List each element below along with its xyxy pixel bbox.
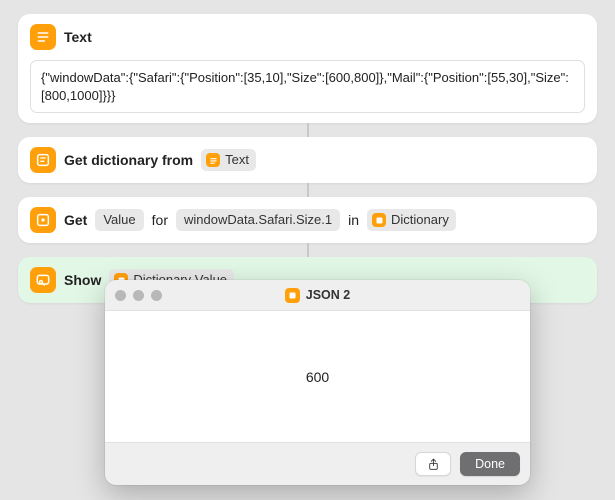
share-button[interactable] xyxy=(415,452,451,476)
result-body: 600 xyxy=(105,310,530,443)
in-label: in xyxy=(348,212,359,228)
token-label: Text xyxy=(225,151,249,169)
dictionary-icon xyxy=(30,147,56,173)
action-card-get-value[interactable]: Get Value for windowData.Safari.Size.1 i… xyxy=(18,197,597,243)
value-type-selector[interactable]: Value xyxy=(95,209,143,231)
action-card-get-dictionary[interactable]: Get dictionary from Text xyxy=(18,137,597,183)
window-title: JSON 2 xyxy=(105,288,530,303)
for-label: for xyxy=(152,212,168,228)
result-value: 600 xyxy=(306,369,329,385)
connector xyxy=(307,123,309,137)
share-icon xyxy=(427,458,440,471)
done-button[interactable]: Done xyxy=(460,452,520,476)
window-title-text: JSON 2 xyxy=(306,288,350,302)
token-label: Dictionary xyxy=(391,211,449,229)
scripting-icon xyxy=(30,207,56,233)
connector xyxy=(307,243,309,257)
action-card-text[interactable]: Text {"windowData":{"Safari":{"Position"… xyxy=(18,14,597,123)
text-icon xyxy=(206,153,220,167)
minimize-icon[interactable] xyxy=(133,290,144,301)
window-footer: Done xyxy=(105,443,530,485)
result-window: JSON 2 600 Done xyxy=(105,280,530,485)
shortcut-icon xyxy=(285,288,300,303)
dictionary-icon xyxy=(372,213,386,227)
action-title: Show xyxy=(64,272,101,288)
action-title: Get dictionary from xyxy=(64,152,193,168)
workflow-stack: Text {"windowData":{"Safari":{"Position"… xyxy=(0,0,615,303)
zoom-icon[interactable] xyxy=(151,290,162,301)
traffic-lights[interactable] xyxy=(115,290,162,301)
connector xyxy=(307,183,309,197)
show-result-icon xyxy=(30,267,56,293)
text-icon xyxy=(30,24,56,50)
close-icon[interactable] xyxy=(115,290,126,301)
text-content-field[interactable]: {"windowData":{"Safari":{"Position":[35,… xyxy=(30,60,585,113)
window-titlebar[interactable]: JSON 2 xyxy=(105,280,530,310)
source-token-dictionary[interactable]: Dictionary xyxy=(367,209,456,231)
keypath-input[interactable]: windowData.Safari.Size.1 xyxy=(176,209,340,231)
action-title: Text xyxy=(64,29,92,45)
get-verb: Get xyxy=(64,212,87,228)
input-token-text[interactable]: Text xyxy=(201,149,256,171)
